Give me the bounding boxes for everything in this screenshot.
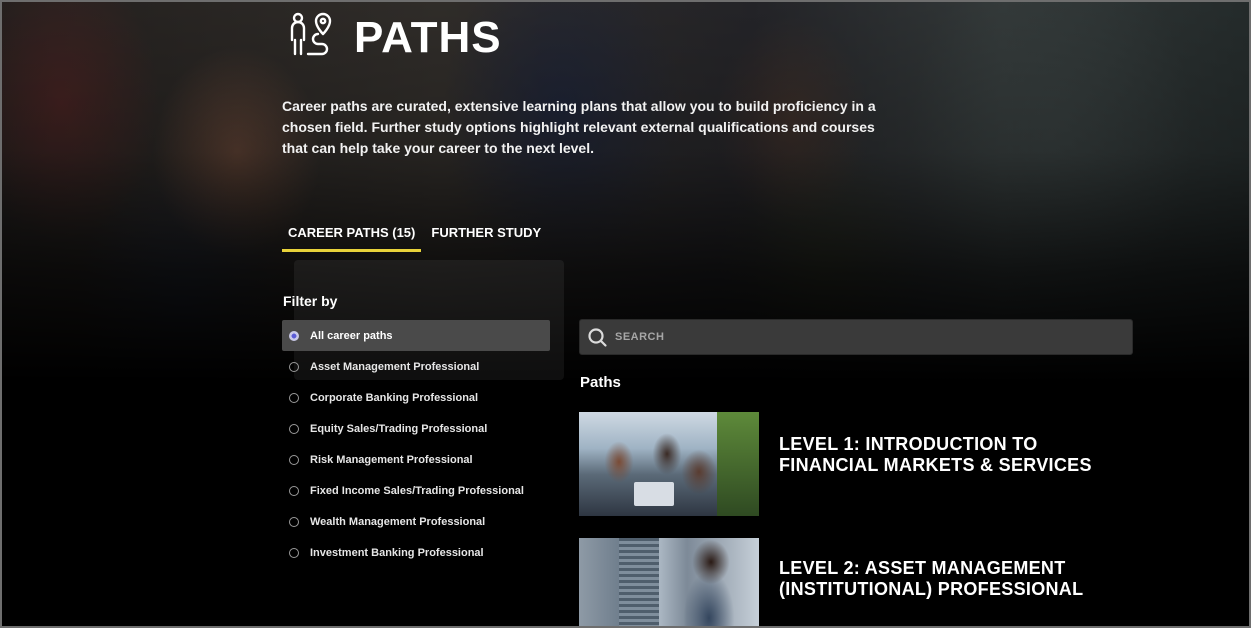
- filter-option-wealth-management[interactable]: Wealth Management Professional: [282, 506, 550, 537]
- filter-option-risk-management[interactable]: Risk Management Professional: [282, 444, 550, 475]
- path-card[interactable]: LEVEL 1: INTRODUCTION TO FINANCIAL MARKE…: [579, 412, 1139, 516]
- filter-option-all[interactable]: All career paths: [282, 320, 550, 351]
- path-card-title[interactable]: LEVEL 2: ASSET MANAGEMENT (INSTITUTIONAL…: [779, 558, 1119, 626]
- radio-icon[interactable]: [289, 485, 299, 496]
- radio-icon[interactable]: [289, 423, 299, 434]
- filter-option-investment-banking[interactable]: Investment Banking Professional: [282, 537, 550, 568]
- page: PATHS Career paths are curated, extensiv…: [0, 0, 1251, 628]
- path-thumbnail-image[interactable]: [579, 412, 759, 516]
- path-thumbnail-image[interactable]: [579, 538, 759, 626]
- filter-option-label: Fixed Income Sales/Trading Professional: [310, 484, 524, 497]
- filter-list: All career paths Asset Management Profes…: [282, 320, 550, 568]
- search-icon: [588, 328, 607, 347]
- filter-option-fixed-income[interactable]: Fixed Income Sales/Trading Professional: [282, 475, 550, 506]
- radio-icon[interactable]: [289, 392, 299, 403]
- filter-option-label: Corporate Banking Professional: [310, 391, 479, 404]
- search-input[interactable]: [613, 321, 1132, 353]
- radio-icon[interactable]: [289, 547, 299, 558]
- path-card-title[interactable]: LEVEL 1: INTRODUCTION TO FINANCIAL MARKE…: [779, 434, 1119, 516]
- filter-option-label: Investment Banking Professional: [310, 546, 484, 559]
- tab-bar: CAREER PATHS (15) FURTHER STUDY: [282, 222, 547, 252]
- paths-heading: Paths: [580, 374, 621, 391]
- filter-option-label: Risk Management Professional: [310, 453, 473, 466]
- intro-text: Career paths are curated, extensive lear…: [282, 98, 876, 156]
- path-card[interactable]: LEVEL 2: ASSET MANAGEMENT (INSTITUTIONAL…: [579, 538, 1139, 626]
- main-content: PATHS Career paths are curated, extensiv…: [2, 2, 1249, 626]
- radio-icon[interactable]: [289, 516, 299, 527]
- radio-icon[interactable]: [289, 454, 299, 465]
- radio-selected-icon[interactable]: [289, 330, 299, 341]
- filter-option-asset-management[interactable]: Asset Management Professional: [282, 351, 550, 382]
- filter-option-label: Asset Management Professional: [310, 360, 480, 373]
- filter-title: Filter by: [283, 293, 338, 309]
- filter-option-label: All career paths: [310, 329, 393, 342]
- tab-further-study[interactable]: FURTHER STUDY: [425, 222, 547, 252]
- filter-option-label: Wealth Management Professional: [310, 515, 486, 528]
- filter-option-equity-sales-trading[interactable]: Equity Sales/Trading Professional: [282, 413, 550, 444]
- career-path-icon: [290, 12, 332, 56]
- filter-option-corporate-banking[interactable]: Corporate Banking Professional: [282, 382, 550, 413]
- filter-option-label: Equity Sales/Trading Professional: [310, 422, 488, 435]
- tab-career-paths[interactable]: CAREER PATHS (15): [282, 222, 422, 252]
- radio-icon[interactable]: [289, 361, 299, 372]
- page-title: PATHS: [354, 13, 502, 62]
- search-bar[interactable]: [579, 319, 1133, 355]
